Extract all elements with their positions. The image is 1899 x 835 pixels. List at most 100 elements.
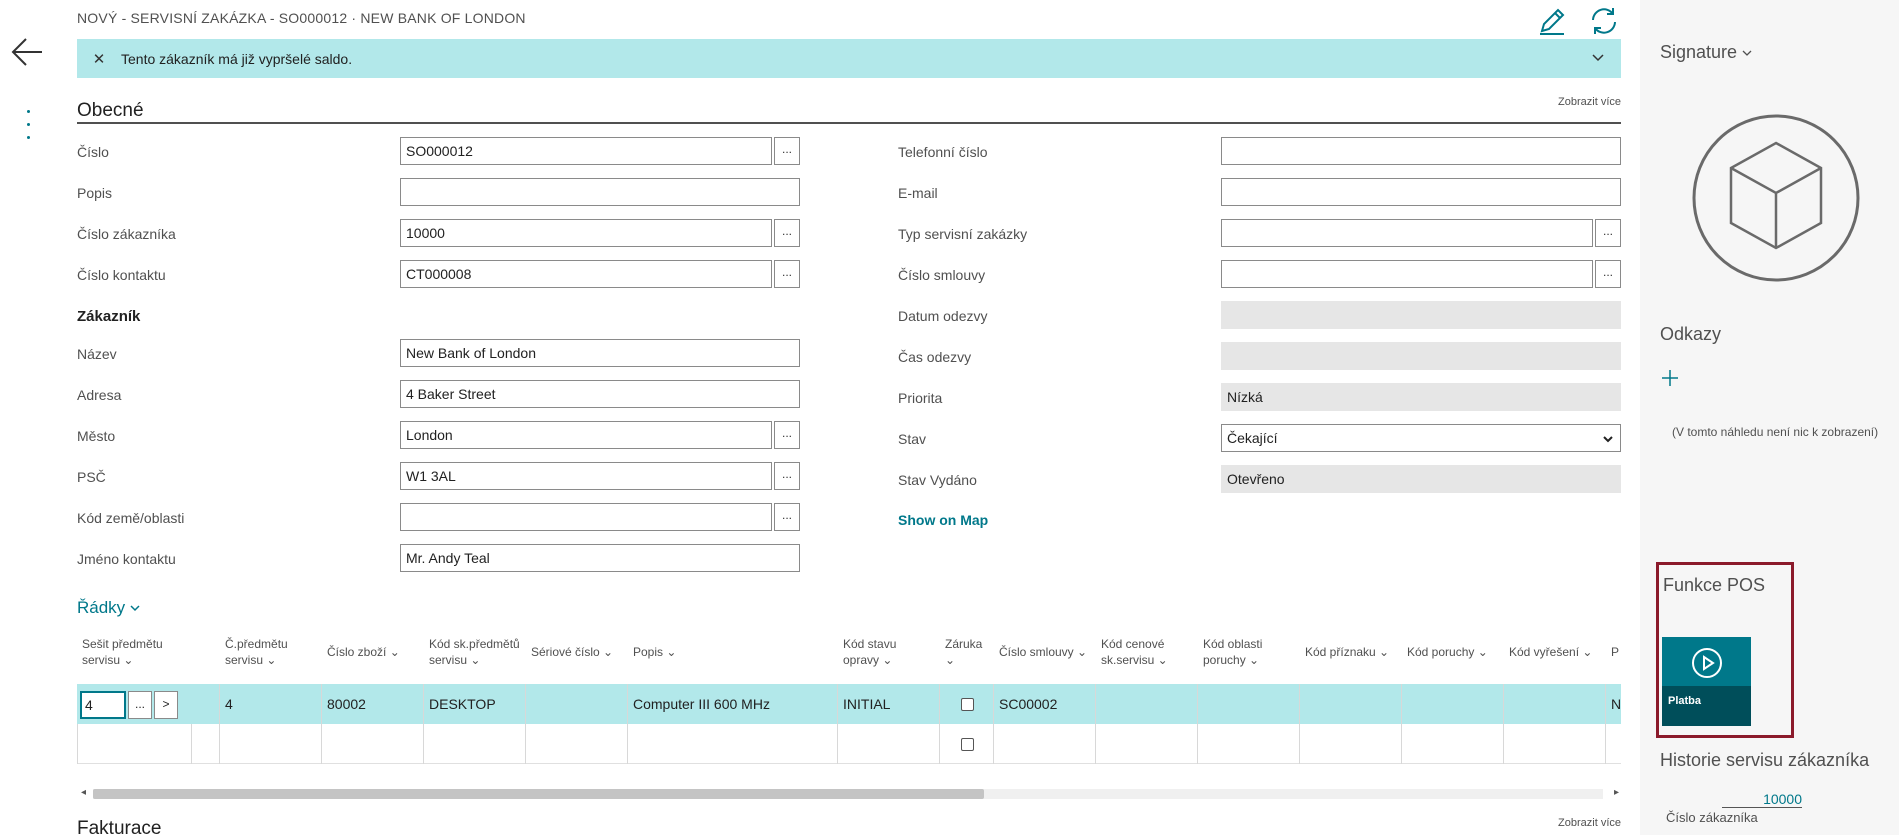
- show-on-map-link[interactable]: Show on Map: [898, 512, 988, 528]
- main-content: NOVÝ - SERVISNÍ ZAKÁZKA - SO000012 · NEW…: [77, 0, 1621, 835]
- column-header[interactable]: Sériové číslo ⌄: [531, 644, 613, 660]
- warranty-checkbox[interactable]: [961, 738, 974, 751]
- field-label: Stav: [898, 431, 927, 447]
- name-input[interactable]: New Bank of London: [400, 339, 800, 367]
- show-more-link[interactable]: Zobrazit více: [1558, 96, 1621, 108]
- description-cell[interactable]: Computer III 600 MHz: [633, 684, 770, 724]
- field-label: Stav Vydáno: [898, 472, 977, 488]
- lookup-button[interactable]: ...: [774, 462, 800, 490]
- email-input[interactable]: [1221, 178, 1621, 206]
- priority-field: Nízká: [1221, 383, 1621, 411]
- lines-section-header[interactable]: Řádky: [77, 598, 141, 618]
- lookup-button[interactable]: ...: [128, 691, 152, 719]
- city-input[interactable]: London: [400, 421, 772, 449]
- lookup-button[interactable]: ...: [1595, 260, 1621, 288]
- lookup-button[interactable]: ...: [774, 503, 800, 531]
- field-label: E-mail: [898, 185, 938, 201]
- customer-subheading: Zákazník: [77, 308, 141, 325]
- plus-icon[interactable]: [1660, 368, 1680, 388]
- horizontal-scrollbar[interactable]: ◂ ▸: [77, 785, 1621, 803]
- lookup-button[interactable]: ...: [1595, 219, 1621, 247]
- edit-button[interactable]: [1535, 4, 1569, 38]
- payment-tile[interactable]: Platba: [1662, 637, 1751, 726]
- chevron-down-icon[interactable]: [1591, 51, 1605, 65]
- column-header[interactable]: Kód cenové sk.servisu ⌄: [1101, 636, 1168, 668]
- worksheet-input[interactable]: 4: [80, 691, 126, 719]
- column-header[interactable]: Kód sk.předmětů servisu ⌄: [429, 636, 520, 668]
- back-arrow-icon: [11, 38, 42, 66]
- column-header[interactable]: Kód vyřešení ⌄: [1509, 644, 1592, 660]
- refresh-icon: [1592, 8, 1616, 34]
- group-code-cell[interactable]: DESKTOP: [429, 684, 496, 724]
- release-status-field: Otevřeno: [1221, 465, 1621, 493]
- refresh-button[interactable]: [1587, 4, 1621, 38]
- section-title: Obecné: [77, 100, 144, 121]
- lookup-button[interactable]: ...: [774, 219, 800, 247]
- next-button[interactable]: >: [154, 691, 178, 719]
- address-input[interactable]: 4 Baker Street: [400, 380, 800, 408]
- factbox-pane: Signature Odkazy (V tomto náhledu není n…: [1640, 0, 1899, 835]
- description-input[interactable]: [400, 178, 800, 206]
- customer-number-input[interactable]: 10000: [400, 219, 772, 247]
- page: NOVÝ - SERVISNÍ ZAKÁZKA - SO000012 · NEW…: [0, 0, 1899, 835]
- column-header[interactable]: Číslo smlouvy ⌄: [999, 644, 1087, 660]
- field-label: Číslo zákazníka: [77, 226, 176, 242]
- payment-tile-label: Platba: [1668, 695, 1702, 707]
- repair-status-cell[interactable]: INITIAL: [843, 684, 890, 724]
- field-label: PSČ: [77, 469, 106, 485]
- chevron-down-icon: [1742, 50, 1752, 56]
- show-more-link[interactable]: Zobrazit více: [1558, 817, 1621, 829]
- column-header[interactable]: Popis ⌄: [633, 644, 676, 660]
- phone-input[interactable]: [1221, 137, 1621, 165]
- column-header[interactable]: Kód poruchy ⌄: [1407, 644, 1488, 660]
- contact-number-input[interactable]: CT000008: [400, 260, 772, 288]
- table-row[interactable]: [77, 724, 1621, 764]
- goods-no-cell[interactable]: 80002: [327, 684, 366, 724]
- contact-name-input[interactable]: Mr. Andy Teal: [400, 544, 800, 572]
- scroll-right-icon[interactable]: ▸: [1614, 787, 1619, 798]
- more-vertical-icon[interactable]: [22, 110, 34, 146]
- scroll-left-icon[interactable]: ◂: [81, 787, 86, 798]
- column-header[interactable]: Kód oblasti poruchy ⌄: [1203, 636, 1262, 668]
- field-label: Adresa: [77, 387, 122, 403]
- postcode-input[interactable]: W1 3AL: [400, 462, 772, 490]
- item-no-cell[interactable]: 4: [225, 684, 233, 724]
- status-select[interactable]: Čekající: [1221, 424, 1621, 452]
- field-label: Název: [77, 346, 117, 362]
- lookup-button[interactable]: ...: [774, 137, 800, 165]
- field-label: Kód země/oblasti: [77, 510, 185, 526]
- pos-title: Funkce POS: [1663, 575, 1766, 595]
- order-type-input[interactable]: [1221, 219, 1593, 247]
- lookup-button[interactable]: ...: [774, 260, 800, 288]
- close-icon[interactable]: ✕: [89, 50, 109, 68]
- play-icon: [1692, 648, 1722, 678]
- general-section-header: Obecné Zobrazit více: [77, 96, 1621, 124]
- truncated-cell[interactable]: N: [1611, 684, 1621, 724]
- field-label: Popis: [77, 185, 113, 201]
- customer-number-label: Číslo zákazníka: [1666, 810, 1758, 825]
- links-empty-text: (V tomto náhledu není nic k zobrazení): [1672, 425, 1879, 439]
- back-button[interactable]: [10, 34, 46, 70]
- column-header[interactable]: Záruka ⌄: [945, 636, 982, 668]
- signature-header[interactable]: Signature: [1660, 42, 1753, 63]
- table-row[interactable]: 4 ... > 4 80002 DESKTOP Computer III 600…: [77, 684, 1621, 724]
- contract-number-input[interactable]: [1221, 260, 1593, 288]
- column-header[interactable]: P: [1611, 644, 1619, 660]
- number-input[interactable]: SO000012: [400, 137, 772, 165]
- country-code-input[interactable]: [400, 503, 772, 531]
- customer-number-link[interactable]: 10000: [1722, 791, 1802, 808]
- column-header[interactable]: Kód příznaku ⌄: [1305, 644, 1389, 660]
- links-title: Odkazy: [1660, 324, 1722, 344]
- signature-placeholder-icon: [1692, 114, 1860, 282]
- lookup-button[interactable]: ...: [774, 421, 800, 449]
- scroll-thumb[interactable]: [93, 789, 984, 799]
- response-time-field: [1221, 342, 1621, 370]
- contract-cell[interactable]: SC00002: [999, 684, 1057, 724]
- pos-functions-box: Funkce POS Platba: [1656, 562, 1794, 738]
- column-header[interactable]: Kód stavu opravy ⌄: [843, 636, 896, 668]
- status-select-value: Čekající: [1227, 430, 1278, 446]
- column-header[interactable]: Sešit předmětu servisu ⌄: [82, 636, 163, 668]
- column-header[interactable]: Č.předmětu servisu ⌄: [225, 636, 288, 668]
- column-header[interactable]: Číslo zboží ⌄: [327, 644, 400, 660]
- warranty-checkbox[interactable]: [961, 698, 974, 711]
